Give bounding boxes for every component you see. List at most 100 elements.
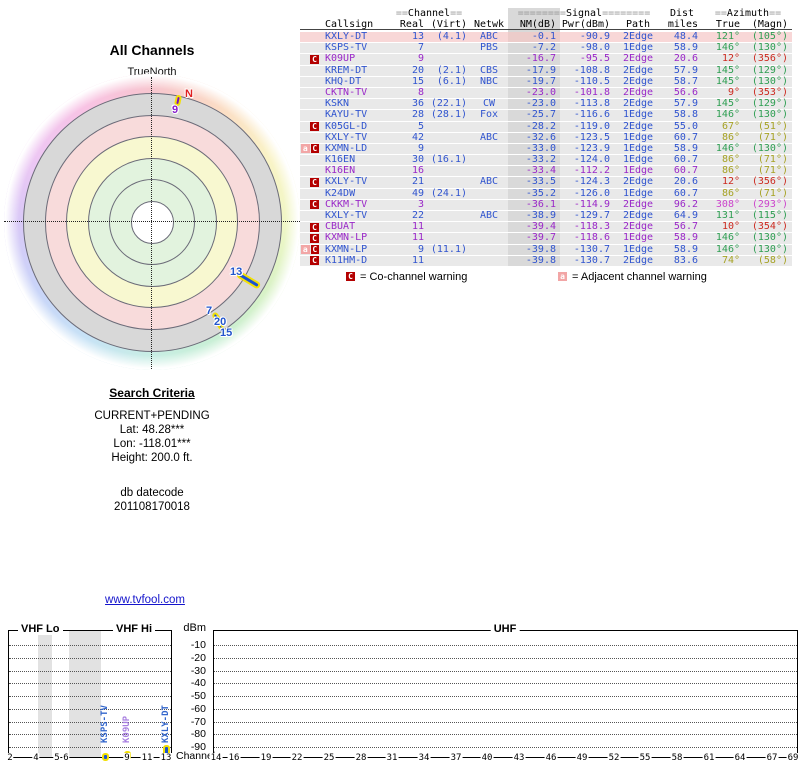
noise-margin: -16.7 [508,54,560,65]
gridline [214,721,797,723]
network [470,122,508,132]
virtual-channel [424,222,470,232]
co-channel-legend-text: = Co-channel warning [360,271,468,283]
callsign: KAYU-TV [325,109,368,121]
column-header: True [715,19,740,30]
virtual-channel: (6.1) [436,75,467,87]
uhf-title: UHF [490,623,520,635]
azimuth-magnetic: (71°) [757,187,788,199]
db-datecode-value: 201108170018 [114,501,190,513]
real-channel: 5 [417,120,424,132]
network [470,88,508,98]
power: -112.2 [573,165,610,177]
power: -124.0 [573,154,610,166]
table-row-KXMN-LP: a C KXMN-LP 9 (11.1) -39.8 -130.7 1Edge 58.9 146°… [300,243,792,255]
azimuth-magnetic: (354°) [751,221,788,233]
callsign: CKKM-TV [325,198,368,210]
column-header: Netwk [473,19,505,30]
table-row-K16EN: K16EN 16 -33.4 -112.2 1Edge 60.7 86° (71°) [300,165,792,177]
table-row-K11HM-D: C K11HM-D 11 -39.8 -130.7 2Edge 83.6 74° (58°) [300,254,792,266]
virtual-channel [424,54,470,64]
azimuth-magnetic: (58°) [757,254,788,266]
vhf-lo-title: VHF Lo [18,623,63,635]
radar-crosshair-vertical [151,77,152,369]
callsign: K05GL-D [325,120,368,132]
skipped-band-1 [69,631,101,757]
adjacent-channel-warning-icon: a [301,245,310,255]
channel-tick-25: 25 [322,753,336,763]
noise-margin: -39.7 [508,233,560,244]
distance: 48.4 [673,31,698,42]
warning-badges [300,88,324,98]
azimuth-magnetic: (130°) [751,142,788,154]
real-channel: 9 [417,53,424,65]
radar-label-15: 15 [220,327,233,339]
gridline [9,721,171,723]
channel-tick-69: 69 [786,753,800,763]
distance: 20.6 [673,176,698,188]
callsign: K16EN [325,165,356,177]
channel-tick-4: 4 [32,753,40,763]
virtual-channel [424,166,470,176]
noise-margin: -17.9 [508,65,560,76]
gridline [9,645,171,646]
co-channel-warning-icon: C [310,245,319,255]
channel-tick-6: 6 [62,753,70,763]
azimuth-magnetic: (71°) [757,154,788,166]
path: 2Edge [622,98,654,110]
azimuth-true: 146° [715,243,740,255]
warning-badges: C [300,256,324,266]
site-link-container: www.tvfool.com [0,590,290,608]
noise-margin: -32.6 [508,132,560,143]
callsign: KXLY-TV [325,210,368,221]
power: -110.5 [573,75,610,87]
path: 2Edge [622,86,654,98]
virtual-channel [424,43,470,53]
co-channel-badge: C [346,272,355,281]
network: Fox [479,109,499,121]
power: -119.0 [573,120,610,132]
path: 2Edge [622,75,654,87]
warning-badges: C [300,222,324,232]
power: -123.5 [573,131,610,143]
azimuth-true: 12° [721,53,740,65]
criteria-lat: Lat: 48.28*** [119,424,185,436]
co-channel-warning-icon: C [310,122,319,132]
table-row-K05GL-D: C K05GL-D 5 -28.2 -119.0 2Edge 55.0 67° (51°) [300,120,792,132]
azimuth-magnetic: (130°) [751,109,788,121]
azimuth-magnetic: (130°) [751,243,788,255]
noise-margin: -38.9 [508,210,560,222]
criteria-lon: Lon: -118.01*** [113,438,191,450]
noise-margin: -39.8 [508,255,560,266]
path: 1Edge [622,243,654,255]
table-row-K09UP: C K09UP 9 -16.7 -95.5 2Edge 20.6 12° (356°) [300,53,792,65]
table-row-K16EN: K16EN 30 (16.1) -33.2 -124.0 1Edge 60.7 86° (71°… [300,154,792,166]
callsign: K09UP [325,53,356,65]
co-channel-warning-icon: C [310,222,319,232]
tvfool-report: { "radar": { "title": "All Channels", "n… [0,0,800,768]
table-row-K24DW: K24DW 49 (24.1) -35.2 -126.0 1Edge 60.7 86° (71°… [300,187,792,199]
gridline [214,670,797,672]
channel-tick-52: 52 [607,753,621,763]
virtual-channel: (4.1) [436,31,467,42]
table-header-groups: ==Channel== ========Signal======== Dist ==A… [300,8,792,19]
dbm-tick: -50 [190,690,206,702]
virtual-channel: (2.1) [436,64,467,76]
channel-tick-49: 49 [575,753,589,763]
dbm-tick: -60 [190,702,206,715]
channel-tick-34: 34 [417,753,431,763]
callsign: KXLY-DT [325,31,368,42]
network: CBS [479,64,499,76]
bar-label-KXLY-DT: KXLY-DT [161,705,171,743]
table-row-KXLY-TV: KXLY-TV 22 ABC -38.9 -129.7 2Edge 64.9 131° (115… [300,210,792,222]
real-channel: 21 [411,176,424,188]
search-criteria: Search Criteria CURRENT+PENDING Lat: 48.… [27,386,277,514]
callsign: KHQ-DT [325,75,362,87]
tvfool-link[interactable]: www.tvfool.com [105,594,185,606]
channel-tick-2: 2 [6,753,14,763]
callsign: K24DW [325,187,356,199]
real-channel: 11 [411,221,424,233]
callsign: K11HM-D [325,254,368,266]
radar-plot: N 9 13 7 20 15 [4,74,300,370]
power: -101.8 [573,86,610,98]
